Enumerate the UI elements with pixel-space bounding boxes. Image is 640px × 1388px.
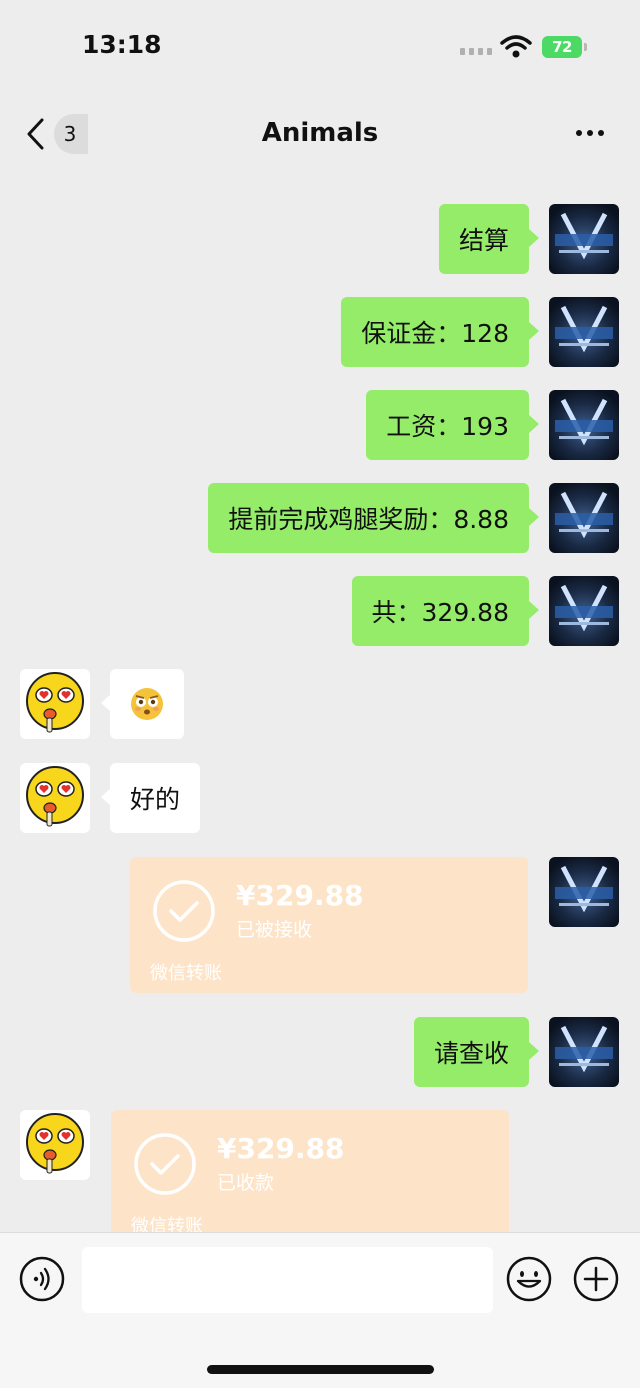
message-bubble[interactable]: 工资：193 [366, 390, 539, 460]
my-avatar[interactable] [549, 576, 619, 646]
transfer-status: 已收款 [217, 1172, 275, 1194]
message-bubble[interactable] [101, 669, 184, 739]
friend-avatar[interactable] [20, 1110, 90, 1180]
message-input[interactable] [82, 1247, 493, 1313]
cellular-signal-icon [460, 48, 492, 55]
chat-title: Animals [261, 118, 379, 148]
status-time: 13:18 [82, 30, 162, 59]
battery-level: 72 [552, 38, 572, 56]
my-avatar[interactable] [549, 204, 619, 274]
more-options-icon[interactable] [576, 130, 604, 136]
friend-avatar[interactable] [20, 763, 90, 833]
transfer-card[interactable]: ¥329.88 已被接收 微信转账 [130, 857, 528, 993]
message-bubble[interactable]: 保证金：128 [341, 297, 539, 367]
emoji-picker-icon[interactable] [506, 1256, 552, 1302]
message-text: 结算 [458, 226, 509, 255]
message-text: 工资：193 [386, 412, 509, 441]
friend-avatar[interactable] [20, 669, 90, 739]
voice-input-icon[interactable] [19, 1256, 65, 1302]
message-text: 保证金：128 [361, 319, 509, 348]
message-bubble[interactable]: 共：329.88 [351, 576, 540, 646]
my-avatar[interactable] [549, 1017, 619, 1087]
check-circle-icon [134, 1133, 196, 1195]
wifi-icon [500, 35, 532, 58]
message-text: 请查收 [433, 1039, 509, 1068]
message-text: 共：329.88 [371, 598, 509, 627]
my-avatar[interactable] [549, 857, 619, 927]
home-indicator[interactable] [207, 1365, 434, 1374]
transfer-amount: ¥329.88 [236, 879, 364, 912]
flushed-face-emoji-icon [131, 688, 163, 720]
transfer-amount: ¥329.88 [217, 1132, 345, 1165]
check-circle-icon [153, 880, 215, 942]
transfer-status: 已被接收 [236, 919, 313, 941]
battery-tip [584, 43, 587, 51]
message-bubble[interactable]: 好的 [100, 763, 201, 833]
my-avatar[interactable] [549, 483, 619, 553]
message-text: 好的 [130, 785, 181, 814]
message-bubble[interactable]: 提前完成鸡腿奖励：8.88 [208, 483, 539, 553]
more-functions-plus-icon[interactable] [573, 1256, 619, 1302]
message-bubble[interactable]: 请查收 [413, 1017, 540, 1087]
my-avatar[interactable] [549, 390, 619, 460]
my-avatar[interactable] [549, 297, 619, 367]
transfer-label: 微信转账 [150, 963, 222, 984]
message-text: 提前完成鸡腿奖励：8.88 [228, 505, 509, 534]
transfer-card[interactable]: ¥329.88 已收款 微信转账 [111, 1110, 509, 1246]
message-bubble[interactable]: 结算 [438, 204, 540, 274]
battery-indicator: 72 [542, 36, 582, 58]
